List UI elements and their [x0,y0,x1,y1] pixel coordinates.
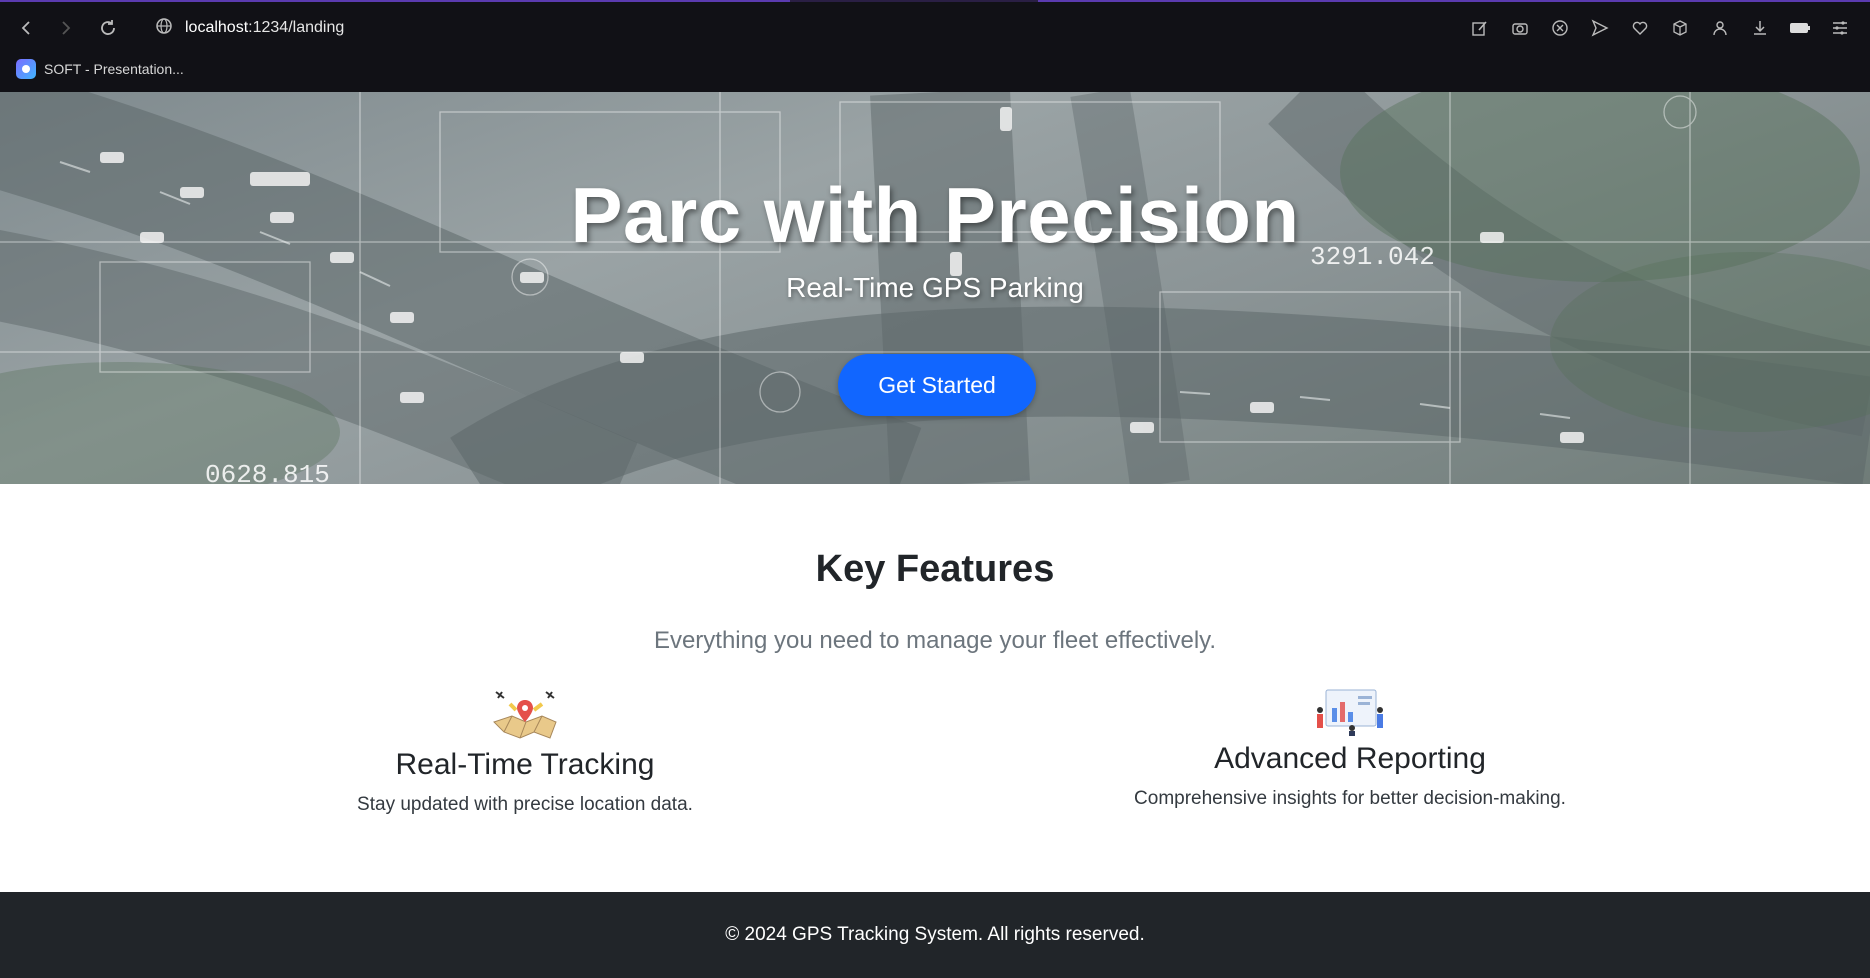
bookmark-label: SOFT - Presentation... [44,61,184,77]
download-icon[interactable] [1748,16,1772,40]
cube-icon[interactable] [1668,16,1692,40]
browser-toolbar [1468,14,1852,42]
camera-icon[interactable] [1508,16,1532,40]
feature-title: Advanced Reporting [1214,742,1486,775]
send-icon[interactable] [1588,16,1612,40]
back-icon[interactable] [12,14,40,42]
landing-page: 3291.042 0628.815 Parc with Precision Re… [0,92,1870,978]
features-title: Key Features [815,548,1055,590]
reload-icon[interactable] [94,14,122,42]
features-subtitle: Everything you need to manage your fleet… [653,627,1217,654]
map-tracking-icon [300,682,750,742]
url-host: localhost [185,19,249,36]
get-started-button[interactable]: Get Started [838,354,1036,416]
footer: © 2024 GPS Tracking System. All rights r… [0,892,1870,978]
feature-description: Stay updated with precise location data. [357,794,693,815]
soft-logo-icon [16,59,36,79]
hero-title: Parc with Precision [570,171,1300,259]
url-text[interactable]: localhost:1234/landing [185,19,344,37]
tab-accent-line [0,0,790,2]
battery-icon[interactable] [1788,16,1812,40]
feature-card-tracking: Real-Time Tracking Stay updated with pre… [300,682,750,816]
edit-icon[interactable] [1468,16,1492,40]
hero-overlay-number: 0628.815 [205,460,330,484]
profile-icon[interactable] [1708,16,1732,40]
hero-section: 3291.042 0628.815 Parc with Precision Re… [0,92,1870,484]
footer-copyright: © 2024 GPS Tracking System. All rights r… [725,924,1145,945]
tab-accent-line [1038,0,1870,2]
feature-description: Comprehensive insights for better decisi… [1134,788,1566,809]
hero-subtitle: Real-Time GPS Parking [786,272,1084,303]
menu-icon[interactable] [1828,16,1852,40]
reporting-dashboard-icon [1100,682,1600,736]
forward-icon[interactable] [52,14,80,42]
globe-icon [155,17,173,40]
block-icon[interactable] [1548,16,1572,40]
feature-title: Real-Time Tracking [395,748,655,781]
browser-chrome: localhost:1234/landing SOFT - Presentati… [0,0,1870,94]
bookmark-item[interactable]: SOFT - Presentation... [16,58,184,80]
heart-icon[interactable] [1628,16,1652,40]
address-bar[interactable]: localhost:1234/landing [155,14,344,42]
url-path: :1234/landing [248,19,345,36]
feature-card-reporting: Advanced Reporting Comprehensive insight… [1100,682,1600,810]
